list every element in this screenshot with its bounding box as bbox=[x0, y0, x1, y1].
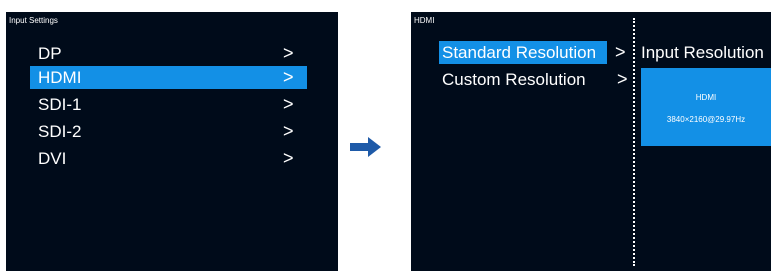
menu-item-standard-resolution[interactable]: Standard Resolution bbox=[439, 41, 607, 64]
input-resolution-title: Input Resolution bbox=[641, 43, 764, 62]
chevron-right-icon: > bbox=[283, 148, 294, 168]
input-resolution-panel: HDMI 3840×2160@29.97Hz bbox=[641, 68, 771, 146]
input-resolution-value: 3840×2160@29.97Hz bbox=[666, 115, 746, 124]
chevron-right-icon: > bbox=[615, 42, 626, 62]
input-settings-screen: Input Settings DP > HDMI > SDI-1 > SDI-2… bbox=[6, 12, 338, 271]
right-arrow-icon bbox=[350, 137, 381, 157]
hdmi-settings-screen: HDMI Standard Resolution > Custom Resolu… bbox=[411, 12, 771, 271]
screen-title: Input Settings bbox=[9, 16, 58, 25]
chevron-right-icon: > bbox=[283, 94, 294, 114]
menu-item-hdmi[interactable]: HDMI > bbox=[30, 66, 307, 89]
menu-item-custom-resolution[interactable]: Custom Resolution bbox=[439, 68, 607, 91]
screen-title: HDMI bbox=[414, 16, 435, 25]
menu-item-label: SDI-2 bbox=[38, 122, 82, 141]
menu-item-label: Custom Resolution bbox=[442, 70, 586, 89]
menu-item-label: SDI-1 bbox=[38, 95, 82, 114]
divider bbox=[633, 18, 635, 266]
menu-item-sdi-1[interactable]: SDI-1 > bbox=[30, 93, 307, 116]
chevron-right-icon: > bbox=[283, 67, 294, 87]
menu-item-label: Standard Resolution bbox=[442, 43, 597, 62]
chevron-right-icon: > bbox=[283, 43, 294, 63]
menu-item-label: DVI bbox=[38, 149, 67, 168]
menu-item-label: DP bbox=[38, 44, 62, 63]
menu-item-sdi-2[interactable]: SDI-2 > bbox=[30, 120, 307, 143]
menu-item-dvi[interactable]: DVI > bbox=[30, 147, 307, 170]
chevron-right-icon: > bbox=[617, 69, 628, 89]
chevron-right-icon: > bbox=[283, 121, 294, 141]
menu-item-label: HDMI bbox=[38, 68, 82, 87]
menu-item-dp[interactable]: DP > bbox=[30, 42, 307, 65]
input-source-label: HDMI bbox=[695, 93, 717, 102]
